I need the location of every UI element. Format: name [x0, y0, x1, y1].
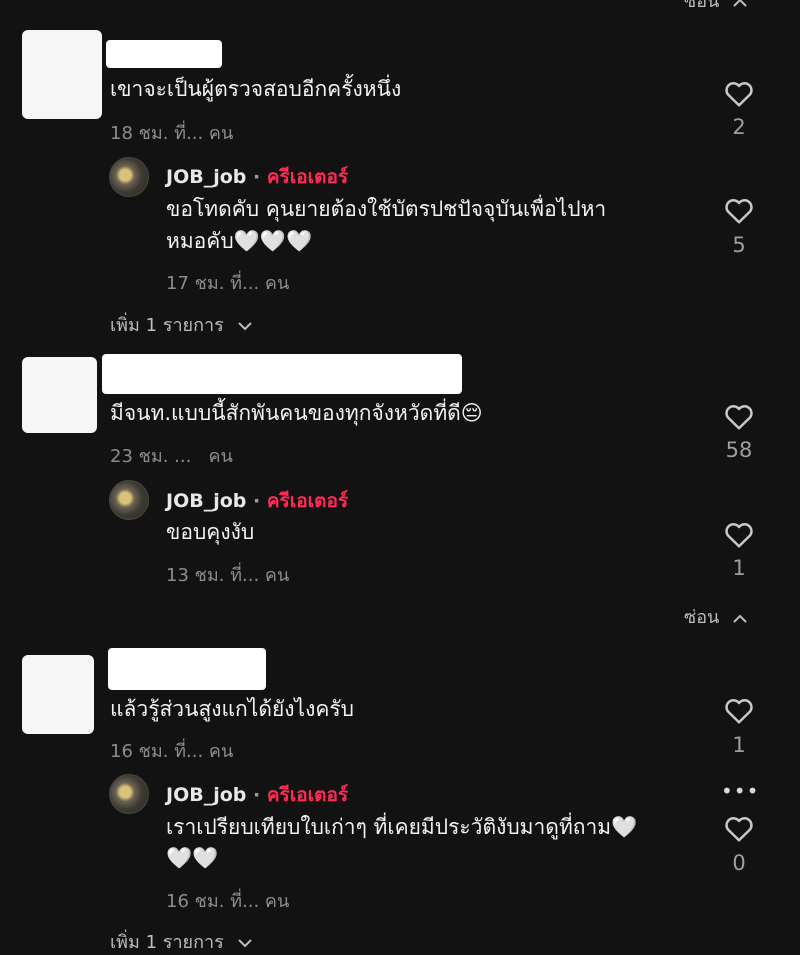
avatar-redacted[interactable]	[22, 30, 102, 119]
heart-icon[interactable]	[724, 80, 754, 108]
avatar[interactable]	[109, 774, 149, 814]
reply-header: JOB_job · ครีเอเตอร์	[166, 486, 348, 516]
like-count: 0	[732, 851, 746, 875]
like-count: 2	[732, 115, 746, 139]
avatar[interactable]	[109, 480, 149, 520]
separator: ·	[253, 166, 261, 188]
creator-badge: ครีเอเตอร์	[266, 490, 349, 512]
separator: ·	[253, 784, 261, 806]
reply-header: JOB_job · ครีเอเตอร์	[166, 780, 348, 810]
username-redacted[interactable]	[106, 40, 222, 68]
heart-icon[interactable]	[724, 697, 754, 725]
chevron-up-icon	[733, 0, 747, 7]
like-count: 58	[725, 438, 753, 462]
reply-header: JOB_job · ครีเอเตอร์	[166, 162, 348, 192]
heart-icon[interactable]	[724, 197, 754, 225]
avatar-redacted[interactable]	[22, 655, 94, 734]
chevron-down-icon	[237, 938, 252, 947]
more-options-icon[interactable]: •••	[721, 779, 759, 803]
like-count: 1	[732, 733, 746, 757]
reply-meta: 16 ชม. ที่... คน	[166, 891, 290, 912]
reply-text-line-2: 🤍🤍	[166, 846, 219, 870]
view-more-replies[interactable]: เพิ่ม 1 รายการ	[110, 927, 252, 955]
creator-badge: ครีเอเตอร์	[266, 784, 349, 806]
avatar[interactable]	[109, 157, 149, 197]
username-redacted[interactable]	[102, 354, 462, 394]
reply-username[interactable]: JOB_job	[166, 490, 246, 512]
reply-meta: 17 ชม. ที่... คน	[166, 273, 290, 294]
more-label: เพิ่ม 1 รายการ	[110, 315, 224, 336]
comment-text: มีจนท.แบบนี้สักพันคนของทุกจังหวัดที่ดี😔	[110, 401, 483, 425]
comments-panel: ซ่อน เขาจะเป็นผู้ตรวจสอบอีกครั้งหนึ่ง 18…	[0, 0, 800, 955]
like-count: 5	[732, 233, 746, 257]
heart-icon[interactable]	[724, 403, 754, 431]
reply-text-line-2: หมอคับ🤍🤍🤍	[166, 229, 313, 253]
reply-meta: 13 ชม. ที่... คน	[166, 565, 290, 586]
heart-icon[interactable]	[724, 815, 754, 843]
hide-replies[interactable]: ซ่อน	[684, 602, 747, 631]
comment-text: แล้วรู้ส่วนสูงแกได้ยังไงครับ	[110, 697, 354, 721]
reply-text-line-1: เราเปรียบเทียบใบเก่าๆ ที่เคยมีประวัติงับ…	[166, 815, 638, 839]
comment-meta: 18 ชม. ที่... คน	[110, 123, 234, 144]
chevron-up-icon	[733, 614, 747, 623]
username-redacted[interactable]	[108, 648, 266, 690]
reply-username[interactable]: JOB_job	[166, 784, 246, 806]
view-more-replies[interactable]: เพิ่ม 1 รายการ	[110, 310, 252, 339]
hide-replies-top[interactable]: ซ่อน	[684, 0, 747, 15]
heart-icon[interactable]	[724, 521, 754, 549]
comment-text: เขาจะเป็นผู้ตรวจสอบอีกครั้งหนึ่ง	[110, 77, 402, 101]
creator-badge: ครีเอเตอร์	[266, 166, 349, 188]
hide-label: ซ่อน	[684, 0, 720, 12]
reply-text-line-1: ขอโทดคับ คุนยายต้องใช้บัตรปชปัจจุบันเพื่…	[166, 197, 607, 221]
hide-label: ซ่อน	[684, 607, 720, 628]
comment-meta: 16 ชม. ที่... คน	[110, 741, 234, 762]
comment-meta: 23 ชม. ... คน	[110, 446, 233, 467]
avatar-redacted[interactable]	[22, 357, 97, 433]
more-label: เพิ่ม 1 รายการ	[110, 932, 224, 953]
chevron-down-icon	[237, 321, 252, 330]
like-count: 1	[732, 556, 746, 580]
reply-username[interactable]: JOB_job	[166, 166, 246, 188]
reply-text-line-1: ขอบคุงงับ	[166, 520, 255, 544]
separator: ·	[253, 490, 261, 512]
